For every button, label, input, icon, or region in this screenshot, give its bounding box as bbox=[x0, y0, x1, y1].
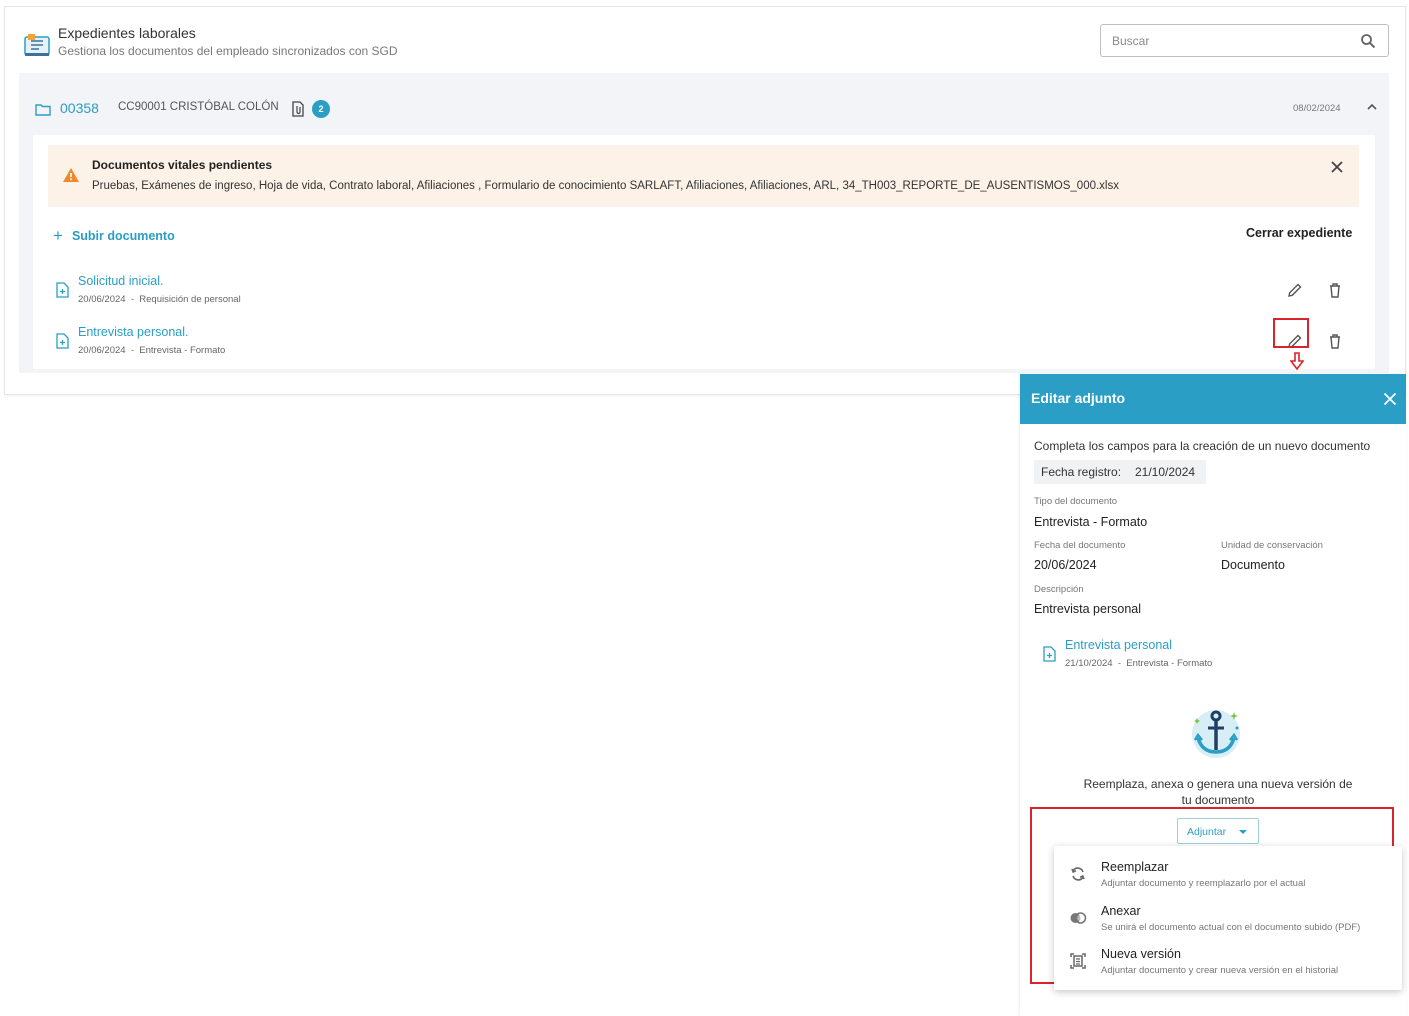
record-panel: 00358 CC90001 CRISTÓBAL COLÓN 2 08/02/20… bbox=[19, 73, 1389, 373]
replace-instructions: Reemplaza, anexa o genera una nueva vers… bbox=[1083, 777, 1353, 807]
menu-item-description: Adjuntar documento y crear nueva versión… bbox=[1101, 965, 1339, 976]
warning-icon bbox=[63, 168, 79, 182]
chevron-up-icon[interactable] bbox=[1366, 101, 1378, 113]
doc-date-value: 20/06/2024 bbox=[1034, 558, 1097, 572]
document-title[interactable]: Entrevista personal. bbox=[78, 325, 188, 339]
registration-date-chip: Fecha registro: 21/10/2024 bbox=[1034, 460, 1206, 484]
menu-item-label: Anexar bbox=[1101, 904, 1141, 918]
pending-documents-alert: Documentos vitales pendientes Pruebas, E… bbox=[48, 145, 1359, 207]
attachments-icon bbox=[292, 101, 304, 117]
search-icon[interactable] bbox=[1360, 33, 1376, 49]
document-meta: 20/06/2024 - Requisición de personal bbox=[78, 294, 241, 305]
document-count-badge: 2 bbox=[312, 100, 330, 118]
document-title[interactable]: Solicitud inicial. bbox=[78, 274, 163, 288]
search-input[interactable] bbox=[1112, 31, 1342, 51]
menu-item-replace[interactable]: Reemplazar Adjuntar documento y reemplaz… bbox=[1054, 852, 1402, 896]
trash-icon[interactable] bbox=[1327, 333, 1343, 349]
menu-item-annex[interactable]: Anexar Se unirá el documento actual con … bbox=[1054, 896, 1402, 940]
file-icon bbox=[56, 333, 69, 349]
attach-button-label: Adjuntar bbox=[1187, 826, 1227, 838]
close-icon[interactable] bbox=[1330, 160, 1344, 174]
doc-type-label: Tipo del documento bbox=[1034, 496, 1118, 507]
registration-date-label: Fecha registro: bbox=[1041, 465, 1122, 479]
panel-intro: Completa los campos para la creación de … bbox=[1034, 439, 1371, 453]
alert-title: Documentos vitales pendientes bbox=[92, 158, 273, 172]
menu-item-new-version[interactable]: Nueva versión Adjuntar documento y crear… bbox=[1054, 939, 1402, 983]
records-card: Expedientes laborales Gestiona los docum… bbox=[4, 6, 1406, 395]
menu-item-description: Se unirá el documento actual con el docu… bbox=[1101, 922, 1361, 933]
edit-attachment-panel: Editar adjunto Completa los campos para … bbox=[1020, 374, 1406, 1016]
unit-label: Unidad de conservación bbox=[1221, 540, 1323, 551]
alert-text: Pruebas, Exámenes de ingreso, Hoja de vi… bbox=[92, 180, 1119, 192]
sync-icon bbox=[1071, 867, 1085, 881]
record-date: 08/02/2024 bbox=[1293, 103, 1341, 114]
attach-menu: Reemplazar Adjuntar documento y reemplaz… bbox=[1054, 846, 1402, 990]
doc-date-label: Fecha del documento bbox=[1034, 540, 1126, 551]
description-value: Entrevista personal bbox=[1034, 602, 1142, 616]
page-title: Expedientes laborales bbox=[58, 25, 196, 41]
document-row: Solicitud inicial. 20/06/2024 - Requisic… bbox=[33, 271, 1375, 311]
new-version-icon bbox=[1070, 953, 1086, 969]
record-id[interactable]: 00358 bbox=[60, 100, 99, 116]
upload-document-label: Subir documento bbox=[71, 229, 175, 243]
record-employee-name: CC90001 CRISTÓBAL COLÓN bbox=[118, 101, 279, 113]
folder-icon bbox=[35, 104, 51, 116]
close-record-button[interactable]: Cerrar expediente bbox=[1246, 226, 1352, 240]
record-body: Documentos vitales pendientes Pruebas, E… bbox=[33, 135, 1375, 369]
file-icon bbox=[56, 282, 69, 298]
plus-icon: + bbox=[53, 226, 63, 245]
merge-icon bbox=[1070, 912, 1087, 924]
search-box[interactable] bbox=[1100, 24, 1389, 57]
page-subtitle: Gestiona los documentos del empleado sin… bbox=[58, 44, 398, 58]
upload-document-button[interactable]: + Subir documento bbox=[53, 225, 175, 245]
menu-item-label: Reemplazar bbox=[1101, 860, 1169, 874]
attach-dropdown-button[interactable]: Adjuntar bbox=[1177, 818, 1259, 844]
close-icon[interactable] bbox=[1383, 392, 1397, 406]
description-label: Descripción bbox=[1034, 584, 1084, 595]
file-icon bbox=[1043, 646, 1056, 662]
attachment-title[interactable]: Entrevista personal bbox=[1065, 638, 1172, 652]
unit-value: Documento bbox=[1221, 558, 1285, 572]
registration-date-value: 21/10/2024 bbox=[1135, 465, 1196, 479]
panel-header: Editar adjunto bbox=[1020, 374, 1406, 424]
caret-down-icon bbox=[1239, 830, 1247, 834]
anchor-icon bbox=[1192, 710, 1240, 758]
document-meta: 20/06/2024 - Entrevista - Formato bbox=[78, 345, 226, 356]
arrow-down-icon bbox=[1290, 352, 1304, 370]
document-row: Entrevista personal. 20/06/2024 - Entrev… bbox=[33, 322, 1375, 362]
menu-item-description: Adjuntar documento y reemplazarlo por el… bbox=[1101, 878, 1306, 889]
attachment-meta: 21/10/2024 - Entrevista - Formato bbox=[1065, 658, 1213, 669]
pencil-icon[interactable] bbox=[1287, 282, 1303, 298]
edit-highlight-frame bbox=[1273, 318, 1309, 348]
doc-type-value: Entrevista - Formato bbox=[1034, 515, 1148, 529]
employee-records-icon bbox=[24, 34, 50, 56]
menu-item-label: Nueva versión bbox=[1101, 947, 1181, 961]
trash-icon[interactable] bbox=[1327, 282, 1343, 298]
panel-title: Editar adjunto bbox=[1031, 390, 1126, 406]
